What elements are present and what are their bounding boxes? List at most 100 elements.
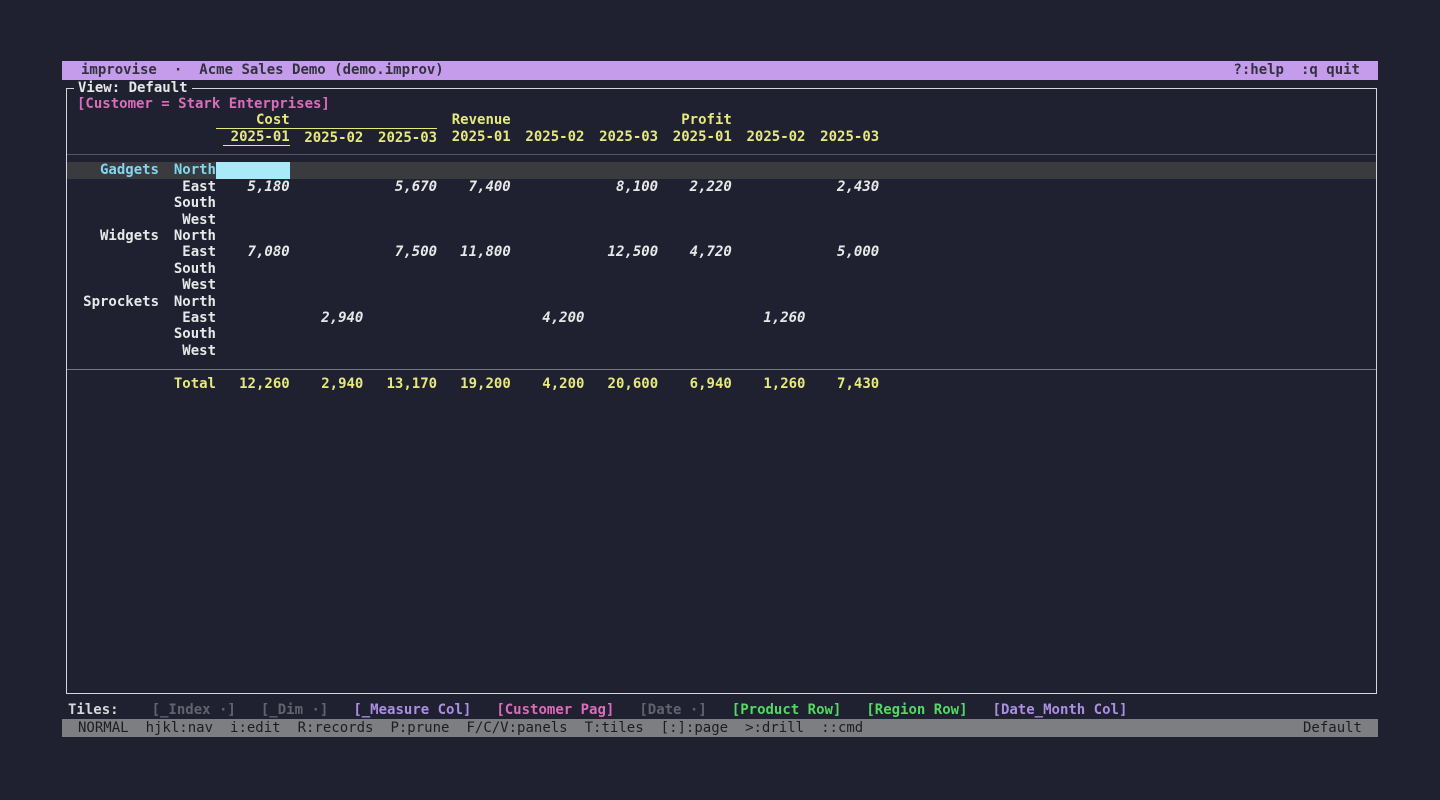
row-label-product[interactable]: Gadgets	[67, 162, 159, 178]
pivot-cell[interactable]	[584, 343, 658, 359]
row-label-product[interactable]	[67, 212, 159, 228]
pivot-cell[interactable]: 2,430	[806, 179, 880, 195]
pivot-cell[interactable]	[216, 310, 290, 326]
row-label-product[interactable]: Sprockets	[67, 294, 159, 310]
pivot-cell[interactable]	[363, 212, 437, 228]
pivot-cell[interactable]	[363, 294, 437, 310]
pivot-cell[interactable]	[290, 212, 364, 228]
pivot-cell[interactable]	[732, 228, 806, 244]
pivot-cell[interactable]	[511, 343, 585, 359]
pivot-cell[interactable]	[511, 179, 585, 195]
pivot-cell[interactable]	[658, 261, 732, 277]
pivot-cell[interactable]	[216, 294, 290, 310]
pivot-cell[interactable]	[806, 212, 880, 228]
pivot-cell[interactable]	[806, 277, 880, 293]
row-label-region[interactable]: North	[159, 294, 216, 310]
pivot-cell[interactable]	[216, 261, 290, 277]
pivot-cell[interactable]	[658, 277, 732, 293]
month-header[interactable]: 2025-01	[437, 129, 511, 147]
row-label-region[interactable]: South	[159, 261, 216, 277]
tile-region-row[interactable]: [Region Row]	[866, 702, 967, 719]
pivot-cell[interactable]	[290, 228, 364, 244]
measure-header-cost[interactable]: Cost	[216, 112, 290, 129]
pivot-cell[interactable]	[216, 277, 290, 293]
pivot-cell[interactable]	[806, 195, 880, 211]
pivot-cell[interactable]	[732, 179, 806, 195]
pivot-cell[interactable]	[363, 228, 437, 244]
pivot-cell[interactable]	[363, 195, 437, 211]
month-header[interactable]: 2025-02	[511, 129, 585, 147]
pivot-cell[interactable]	[584, 326, 658, 342]
tile-dim[interactable]: [_Dim ·]	[261, 702, 328, 719]
month-header[interactable]: 2025-03	[806, 129, 880, 147]
pivot-cell[interactable]	[511, 244, 585, 260]
pivot-cell[interactable]	[511, 228, 585, 244]
pivot-cell[interactable]: 8,100	[584, 179, 658, 195]
pivot-cell[interactable]	[732, 326, 806, 342]
pivot-cell[interactable]	[290, 261, 364, 277]
pivot-cell[interactable]	[363, 326, 437, 342]
pivot-cell[interactable]	[437, 277, 511, 293]
pivot-cell[interactable]: 12,500	[584, 244, 658, 260]
row-label-product[interactable]	[67, 179, 159, 195]
row-label-product[interactable]	[67, 343, 159, 359]
page-filter[interactable]: [Customer = Stark Enterprises]	[77, 96, 330, 112]
pivot-cell[interactable]	[806, 228, 880, 244]
row-label-product[interactable]	[67, 326, 159, 342]
pivot-cell[interactable]	[290, 195, 364, 211]
measure-header-revenue[interactable]: Revenue	[437, 112, 511, 129]
row-label-region[interactable]: East	[159, 179, 216, 195]
pivot-cell[interactable]	[216, 228, 290, 244]
pivot-cell[interactable]	[584, 212, 658, 228]
pivot-cell[interactable]	[363, 310, 437, 326]
pivot-cell[interactable]	[511, 212, 585, 228]
row-label-region[interactable]: South	[159, 195, 216, 211]
pivot-cell[interactable]	[437, 228, 511, 244]
row-label-region[interactable]: East	[159, 244, 216, 260]
pivot-cell[interactable]	[216, 195, 290, 211]
tile-date[interactable]: [Date ·]	[639, 702, 706, 719]
pivot-cell[interactable]	[806, 326, 880, 342]
pivot-cell[interactable]	[437, 310, 511, 326]
pivot-cell[interactable]: 4,720	[658, 244, 732, 260]
tile-product-row[interactable]: [Product Row]	[732, 702, 842, 719]
pivot-cell[interactable]	[511, 294, 585, 310]
pivot-cell[interactable]	[658, 343, 732, 359]
month-header[interactable]: 2025-03	[363, 129, 437, 147]
pivot-cell[interactable]	[290, 162, 364, 178]
row-label-product[interactable]	[67, 310, 159, 326]
pivot-cell[interactable]	[290, 277, 364, 293]
row-label-region[interactable]: West	[159, 343, 216, 359]
pivot-cell[interactable]	[511, 162, 585, 178]
pivot-cell[interactable]: 1,260	[732, 310, 806, 326]
pivot-cell[interactable]	[511, 277, 585, 293]
pivot-cell[interactable]	[658, 162, 732, 178]
tile-date-month-col[interactable]: [Date_Month Col]	[993, 702, 1128, 719]
pivot-cell[interactable]	[290, 294, 364, 310]
month-header[interactable]: 2025-03	[584, 129, 658, 147]
pivot-cell[interactable]	[437, 343, 511, 359]
selected-cell[interactable]	[216, 162, 290, 178]
row-label-product[interactable]: Widgets	[67, 228, 159, 244]
pivot-cell[interactable]	[732, 244, 806, 260]
pivot-cell[interactable]	[363, 162, 437, 178]
pivot-cell[interactable]	[584, 195, 658, 211]
pivot-cell[interactable]: 5,000	[806, 244, 880, 260]
row-label-region[interactable]: East	[159, 310, 216, 326]
row-label-region[interactable]: West	[159, 277, 216, 293]
month-header[interactable]: 2025-02	[290, 129, 364, 147]
pivot-cell[interactable]	[732, 277, 806, 293]
pivot-cell[interactable]	[658, 195, 732, 211]
tile-customer-pag[interactable]: [Customer Pag]	[496, 702, 614, 719]
pivot-cell[interactable]	[732, 195, 806, 211]
pivot-cell[interactable]	[363, 261, 437, 277]
pivot-cell[interactable]	[658, 294, 732, 310]
row-label-region[interactable]: North	[159, 162, 216, 178]
tile-measure-col[interactable]: [_Measure Col]	[353, 702, 471, 719]
pivot-cell[interactable]	[584, 310, 658, 326]
pivot-cell[interactable]: 4,200	[511, 310, 585, 326]
pivot-cell[interactable]	[732, 343, 806, 359]
pivot-cell[interactable]	[511, 326, 585, 342]
pivot-cell[interactable]: 7,400	[437, 179, 511, 195]
pivot-cell[interactable]	[806, 310, 880, 326]
